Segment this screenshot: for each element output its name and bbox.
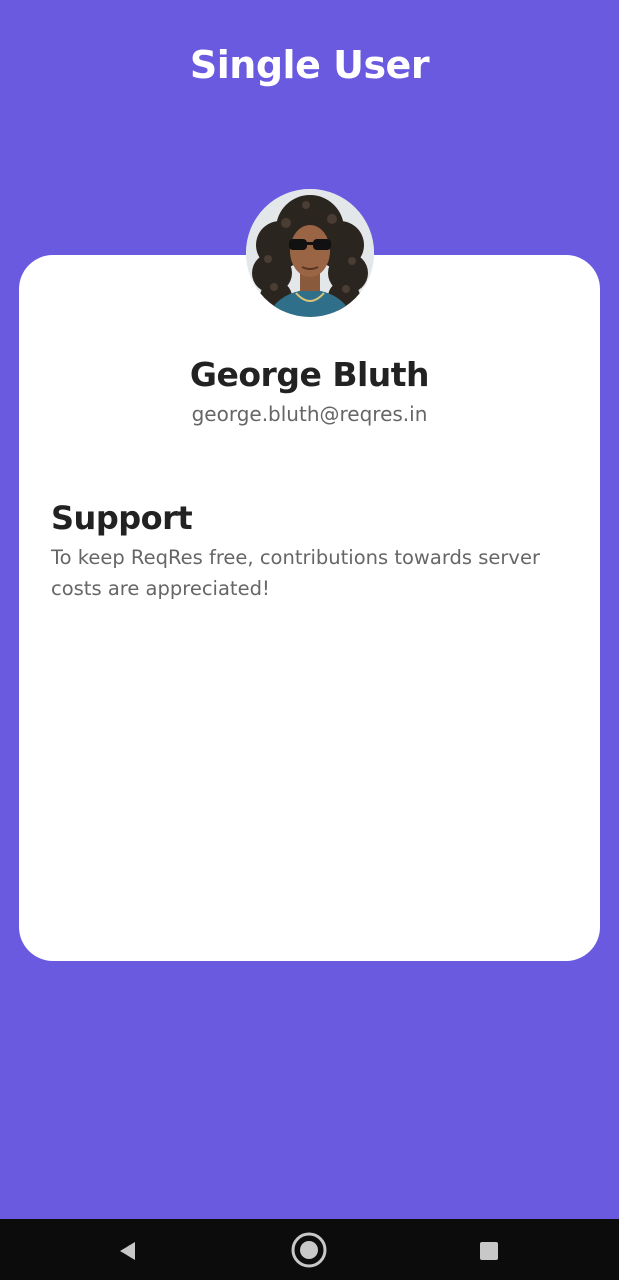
page-title: Single User [189, 43, 430, 87]
recents-square-icon [480, 1242, 498, 1260]
recents-button[interactable] [473, 1235, 505, 1267]
back-button[interactable] [112, 1235, 144, 1267]
support-text: To keep ReqRes free, contributions towar… [51, 546, 540, 600]
system-navigation-bar [0, 1219, 619, 1280]
avatar [246, 189, 374, 317]
user-name: George Bluth [189, 355, 430, 394]
user-email: george.bluth@reqres.in [191, 402, 428, 426]
back-triangle-icon [120, 1242, 135, 1260]
support-heading: Support [51, 499, 193, 537]
home-circle-icon [291, 1232, 327, 1268]
avatar-photo [246, 189, 374, 317]
home-button[interactable] [290, 1231, 328, 1269]
